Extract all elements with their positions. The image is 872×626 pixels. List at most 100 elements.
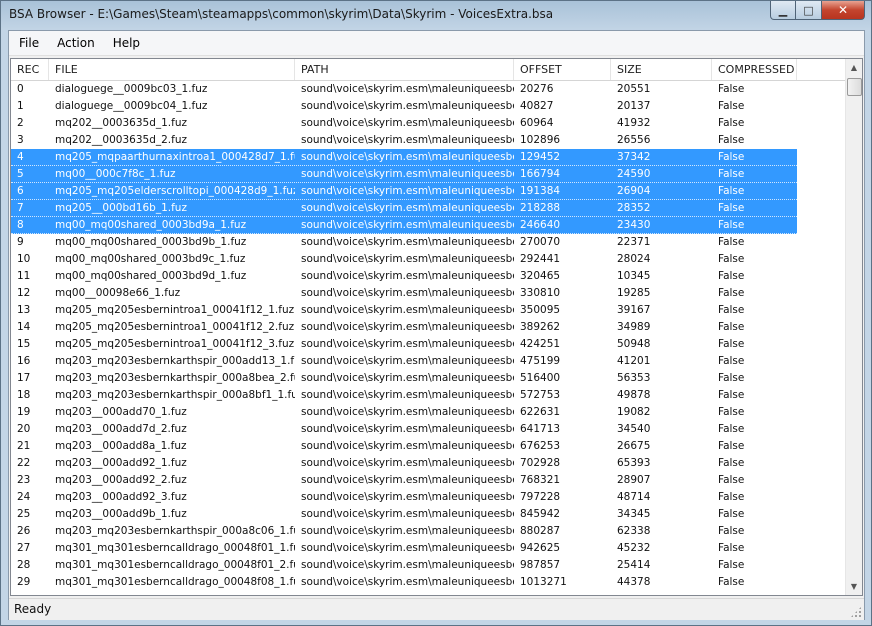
- cell-size: 20137: [617, 100, 651, 112]
- close-button[interactable]: ✕: [822, 1, 865, 20]
- cell-compressed: False: [718, 202, 745, 214]
- cell-offset: 641713: [520, 423, 561, 435]
- cell-file: mq203__000add92_3.fuz: [55, 491, 187, 503]
- cell-offset: 389262: [520, 321, 561, 333]
- cell-compressed: False: [718, 474, 745, 486]
- cell-offset: 845942: [520, 508, 561, 520]
- cell-file: mq00_mq00shared_0003bd9c_1.fuz: [55, 253, 246, 265]
- scroll-thumb[interactable]: [847, 78, 862, 96]
- table-row[interactable]: 9 mq00_mq00shared_0003bd9b_1.fuz sound\voi…: [11, 234, 847, 251]
- table-row[interactable]: 13 mq205_mq205esbernintroa1_00041f12_1.fu…: [11, 302, 847, 319]
- table-row[interactable]: 6 mq205_mq205elderscrolltopi_000428d9_1.f…: [11, 183, 847, 200]
- cell-size: 41201: [617, 355, 651, 367]
- table-row[interactable]: 20 mq203__000add7d_2.fuz sound\voice\skyri…: [11, 421, 847, 438]
- cell-file: dialoguege__0009bc04_1.fuz: [55, 100, 208, 112]
- table-row[interactable]: 27 mq301_mq301esberncalldrago_00048f01_1.…: [11, 540, 847, 557]
- cell-offset: 270070: [520, 236, 561, 248]
- cell-offset: 768321: [520, 474, 561, 486]
- cell-rec: 24: [17, 491, 31, 503]
- column-header-file[interactable]: FILE: [49, 59, 295, 80]
- table-row[interactable]: 26 mq203_mq203esbernkarthspir_000a8c06_1.…: [11, 523, 847, 540]
- table-row[interactable]: 3 mq202__0003635d_2.fuz sound\voice\skyrim…: [11, 132, 847, 149]
- file-list[interactable]: REC FILE PATH OFFSET SIZE COMPRESSED 0 di…: [10, 58, 863, 596]
- cell-size: 26675: [617, 440, 651, 452]
- cell-rec: 27: [17, 542, 31, 554]
- scroll-down-button[interactable]: ▼: [846, 578, 862, 595]
- table-row[interactable]: 29 mq301_mq301esberncalldrago_00048f08_1.…: [11, 574, 847, 591]
- minimize-button[interactable]: ▁: [770, 1, 796, 20]
- table-row[interactable]: 17 mq203_mq203esbernkarthspir_000a8bea_2.…: [11, 370, 847, 387]
- cell-size: 39167: [617, 304, 651, 316]
- cell-offset: 880287: [520, 525, 561, 537]
- column-header-path[interactable]: PATH: [295, 59, 514, 80]
- cell-path: sound\voice\skyrim.esm\maleuniqueesbern: [301, 168, 514, 180]
- cell-size: 65393: [617, 457, 651, 469]
- cell-offset: 475199: [520, 355, 561, 367]
- table-row[interactable]: 2 mq202__0003635d_1.fuz sound\voice\skyrim…: [11, 115, 847, 132]
- cell-file: mq203__000add9b_1.fuz: [55, 508, 187, 520]
- table-row[interactable]: 4 mq205_mqpaarthurnaxintroa1_000428d7_1.f…: [11, 149, 847, 166]
- cell-file: mq203_mq203esbernkarthspir_000add13_1.fu…: [55, 355, 295, 367]
- cell-compressed: False: [718, 508, 745, 520]
- table-row[interactable]: 12 mq00__00098e66_1.fuz sound\voice\skyrim…: [11, 285, 847, 302]
- cell-offset: 1013271: [520, 576, 567, 588]
- table-row[interactable]: 24 mq203__000add92_3.fuz sound\voice\skyri…: [11, 489, 847, 506]
- table-row[interactable]: 14 mq205_mq205esbernintroa1_00041f12_2.fu…: [11, 319, 847, 336]
- table-row[interactable]: 1 dialoguege__0009bc04_1.fuz sound\voice\s…: [11, 98, 847, 115]
- cell-rec: 7: [17, 202, 24, 214]
- maximize-button[interactable]: □: [796, 1, 822, 20]
- minimize-icon: ▁: [778, 3, 788, 17]
- cell-compressed: False: [718, 151, 745, 163]
- resize-grip-icon[interactable]: [850, 606, 862, 618]
- cell-compressed: False: [718, 559, 745, 571]
- cell-compressed: False: [718, 219, 745, 231]
- cell-rec: 23: [17, 474, 31, 486]
- table-row[interactable]: 22 mq203__000add92_1.fuz sound\voice\skyri…: [11, 455, 847, 472]
- table-row[interactable]: 19 mq203__000add70_1.fuz sound\voice\skyri…: [11, 404, 847, 421]
- cell-offset: 20276: [520, 83, 554, 95]
- table-row[interactable]: 23 mq203__000add92_2.fuz sound\voice\skyri…: [11, 472, 847, 489]
- menu-file[interactable]: File: [11, 32, 47, 54]
- cell-path: sound\voice\skyrim.esm\maleuniqueesbern: [301, 576, 514, 588]
- table-row[interactable]: 21 mq203__000add8a_1.fuz sound\voice\skyri…: [11, 438, 847, 455]
- column-header-size[interactable]: SIZE: [611, 59, 712, 80]
- table-row[interactable]: 8 mq00_mq00shared_0003bd9a_1.fuz sound\voi…: [11, 217, 847, 234]
- table-row[interactable]: 10 mq00_mq00shared_0003bd9c_1.fuz sound\vo…: [11, 251, 847, 268]
- vertical-scrollbar[interactable]: ▲ ▼: [845, 59, 862, 595]
- cell-compressed: False: [718, 304, 745, 316]
- cell-file: mq205_mq205esbernintroa1_00041f12_1.fuz: [55, 304, 295, 316]
- table-row[interactable]: 28 mq301_mq301esberncalldrago_00048f01_2.…: [11, 557, 847, 574]
- cell-offset: 292441: [520, 253, 561, 265]
- cell-offset: 330810: [520, 287, 561, 299]
- column-header-offset[interactable]: OFFSET: [514, 59, 611, 80]
- cell-compressed: False: [718, 576, 745, 588]
- cell-size: 48714: [617, 491, 651, 503]
- cell-compressed: False: [718, 100, 745, 112]
- cell-rec: 28: [17, 559, 31, 571]
- table-row[interactable]: 15 mq205_mq205esbernintroa1_00041f12_3.fu…: [11, 336, 847, 353]
- table-row[interactable]: 11 mq00_mq00shared_0003bd9d_1.fuz sound\vo…: [11, 268, 847, 285]
- cell-rec: 17: [17, 372, 31, 384]
- cell-file: mq205_mq205esbernintroa1_00041f12_3.fuz: [55, 338, 295, 350]
- column-header-rec[interactable]: REC: [11, 59, 49, 80]
- cell-path: sound\voice\skyrim.esm\maleuniqueesbern: [301, 474, 514, 486]
- cell-path: sound\voice\skyrim.esm\maleuniqueesbern: [301, 457, 514, 469]
- cell-size: 41932: [617, 117, 651, 129]
- cell-file: mq203__000add7d_2.fuz: [55, 423, 187, 435]
- table-row[interactable]: 0 dialoguege__0009bc03_1.fuz sound\voice\s…: [11, 81, 847, 98]
- scroll-up-button[interactable]: ▲: [846, 59, 862, 76]
- title-bar[interactable]: BSA Browser - E:\Games\Steam\steamapps\c…: [1, 1, 871, 29]
- table-row[interactable]: 16 mq203_mq203esbernkarthspir_000add13_1.…: [11, 353, 847, 370]
- table-row[interactable]: 25 mq203__000add9b_1.fuz sound\voice\skyri…: [11, 506, 847, 523]
- cell-file: dialoguege__0009bc03_1.fuz: [55, 83, 208, 95]
- table-row[interactable]: 18 mq203_mq203esbernkarthspir_000a8bf1_1.…: [11, 387, 847, 404]
- menu-help[interactable]: Help: [105, 32, 148, 54]
- menu-action[interactable]: Action: [49, 32, 103, 54]
- cell-offset: 987857: [520, 559, 561, 571]
- status-text: Ready: [14, 602, 52, 616]
- table-row[interactable]: 5 mq00__000c7f8c_1.fuz sound\voice\skyrim.…: [11, 166, 847, 183]
- column-header-compressed[interactable]: COMPRESSED: [712, 59, 797, 80]
- cell-file: mq205_mq205elderscrolltopi_000428d9_1.fu…: [55, 185, 295, 197]
- cell-path: sound\voice\skyrim.esm\maleuniqueesbern: [301, 542, 514, 554]
- table-row[interactable]: 7 mq205__000bd16b_1.fuz sound\voice\skyrim…: [11, 200, 847, 217]
